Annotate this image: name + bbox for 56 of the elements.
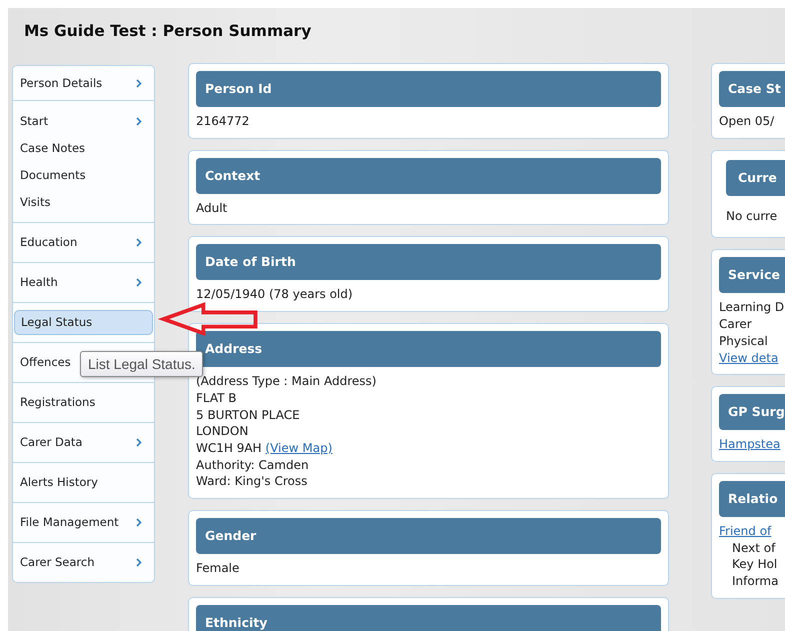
card-header: Service <box>719 257 785 294</box>
info-text: Key Hol <box>732 557 778 572</box>
info-text: Authority: Camden <box>196 458 309 472</box>
sidebar-item[interactable]: Education <box>13 223 154 262</box>
info-text: Adult <box>196 200 228 215</box>
tooltip: List Legal Status. <box>80 351 204 377</box>
sidebar-item[interactable]: Case Notes <box>13 135 154 162</box>
card-header: Date of Birth <box>196 244 661 280</box>
chevron-right-icon <box>136 79 142 88</box>
card-header: Context <box>196 158 661 194</box>
card-header: Gender <box>196 518 661 554</box>
sidebar-item[interactable]: Legal Status <box>14 310 153 335</box>
card-header: GP Surg <box>719 394 785 430</box>
info-text: Carer <box>719 317 752 332</box>
chevron-right-icon <box>136 238 142 247</box>
card-header: Person Id <box>196 71 661 107</box>
sidebar-item[interactable]: Start <box>13 108 154 135</box>
sidebar-item[interactable]: Health <box>13 263 154 302</box>
link[interactable]: View deta <box>719 350 778 365</box>
page-title: Ms Guide Test : Person Summary <box>23 21 312 42</box>
info-text: Ward: King's Cross <box>196 474 308 488</box>
sidebar-item[interactable]: Carer Search <box>13 543 154 582</box>
chevron-right-icon <box>136 518 142 527</box>
info-text: 5 BURTON PLACE <box>196 408 300 422</box>
info-text: Next of <box>732 540 776 555</box>
sidebar-item[interactable]: Person Details <box>13 66 154 100</box>
info-text: No curre <box>726 208 778 223</box>
card-header: Case St <box>719 71 785 107</box>
chevron-right-icon <box>136 278 142 287</box>
info-text: Female <box>196 561 240 576</box>
info-text: Open 05/ <box>719 114 774 128</box>
sidebar-item[interactable]: Registrations <box>13 383 154 422</box>
info-text: WC1H 9AH <box>196 440 262 455</box>
link[interactable]: Friend of <box>719 524 772 538</box>
view-map-link[interactable]: (View Map) <box>265 440 332 455</box>
chevron-right-icon <box>136 117 142 126</box>
chevron-right-icon <box>136 438 142 447</box>
info-text: FLAT B <box>196 390 237 405</box>
sidebar-item[interactable]: Documents <box>13 162 154 189</box>
info-text: 12/05/1940 (78 years old) <box>196 287 353 302</box>
sidebar-item[interactable]: Visits <box>13 189 154 216</box>
info-text: Learning D <box>719 300 784 314</box>
info-text: LONDON <box>196 424 248 438</box>
card-header: Curre <box>726 160 785 196</box>
sidebar-item[interactable]: Carer Data <box>13 423 154 462</box>
info-text: Informa <box>732 574 778 588</box>
link[interactable]: Hampstea <box>719 437 780 452</box>
card-header: Ethnicity <box>196 604 661 631</box>
chevron-right-icon <box>136 558 142 567</box>
info-text: 2164772 <box>196 114 250 128</box>
card-header: Address <box>196 331 661 368</box>
sidebar-item[interactable]: Alerts History <box>13 463 154 502</box>
sidebar-item[interactable]: File Management <box>13 503 154 542</box>
card-header: Relatio <box>719 480 785 517</box>
info-text: (Address Type : Main Address) <box>196 374 376 388</box>
info-text: Physical <box>719 334 768 348</box>
